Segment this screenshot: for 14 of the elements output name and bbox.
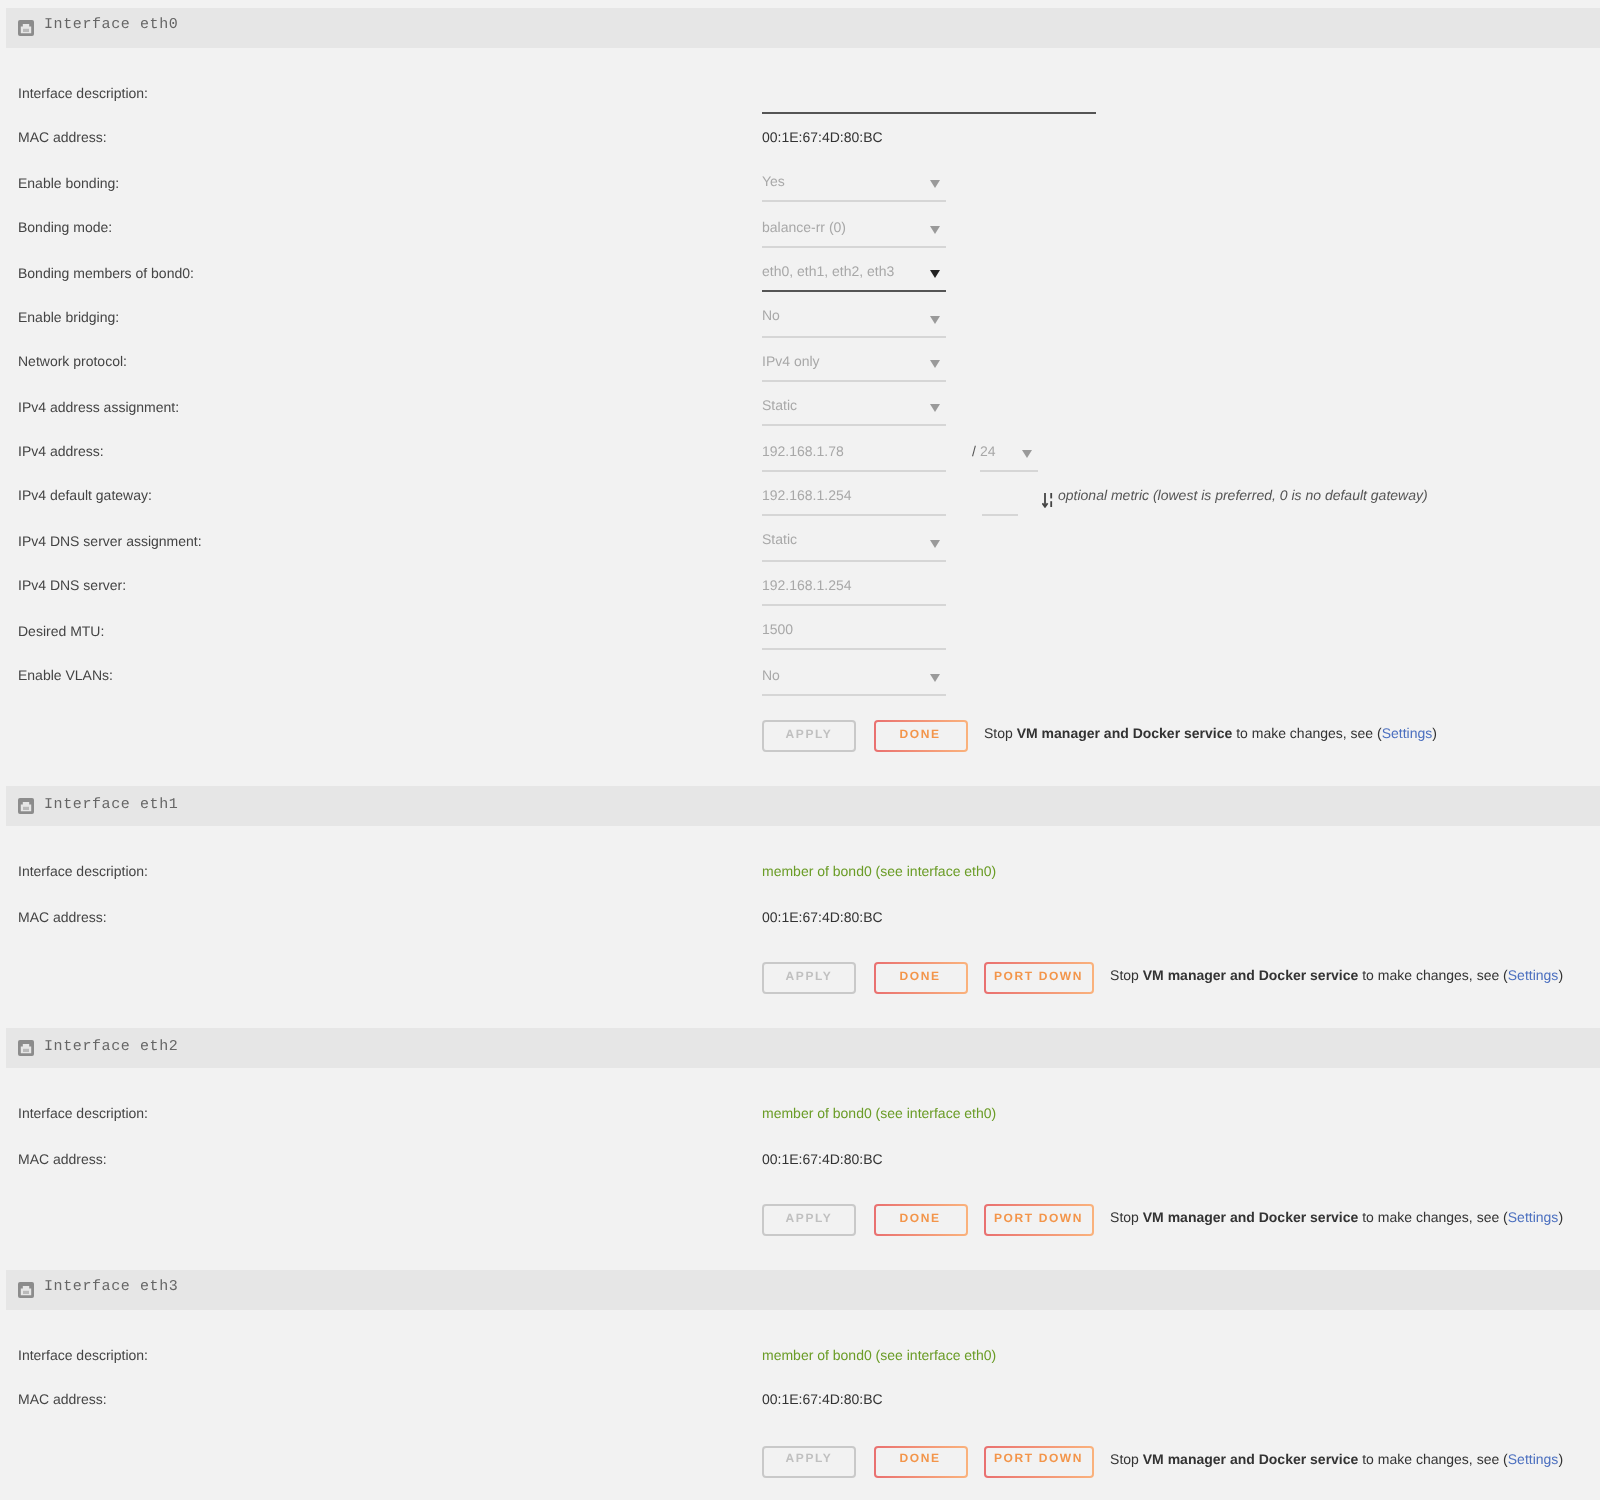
caret-icon	[930, 360, 940, 369]
caret-icon	[930, 315, 940, 324]
ethernet-port-icon	[18, 1282, 34, 1299]
sort-icon	[1042, 491, 1054, 508]
caret-icon	[930, 539, 940, 548]
caret-icon	[1021, 449, 1032, 458]
caret-icon	[930, 180, 940, 189]
caret-icon	[930, 404, 940, 413]
ethernet-port-icon	[18, 798, 34, 815]
caret-icon	[930, 270, 940, 279]
ethernet-port-icon	[18, 1040, 34, 1057]
caret-icon	[930, 225, 940, 234]
caret-icon	[930, 673, 940, 682]
ethernet-port-icon	[18, 20, 34, 36]
